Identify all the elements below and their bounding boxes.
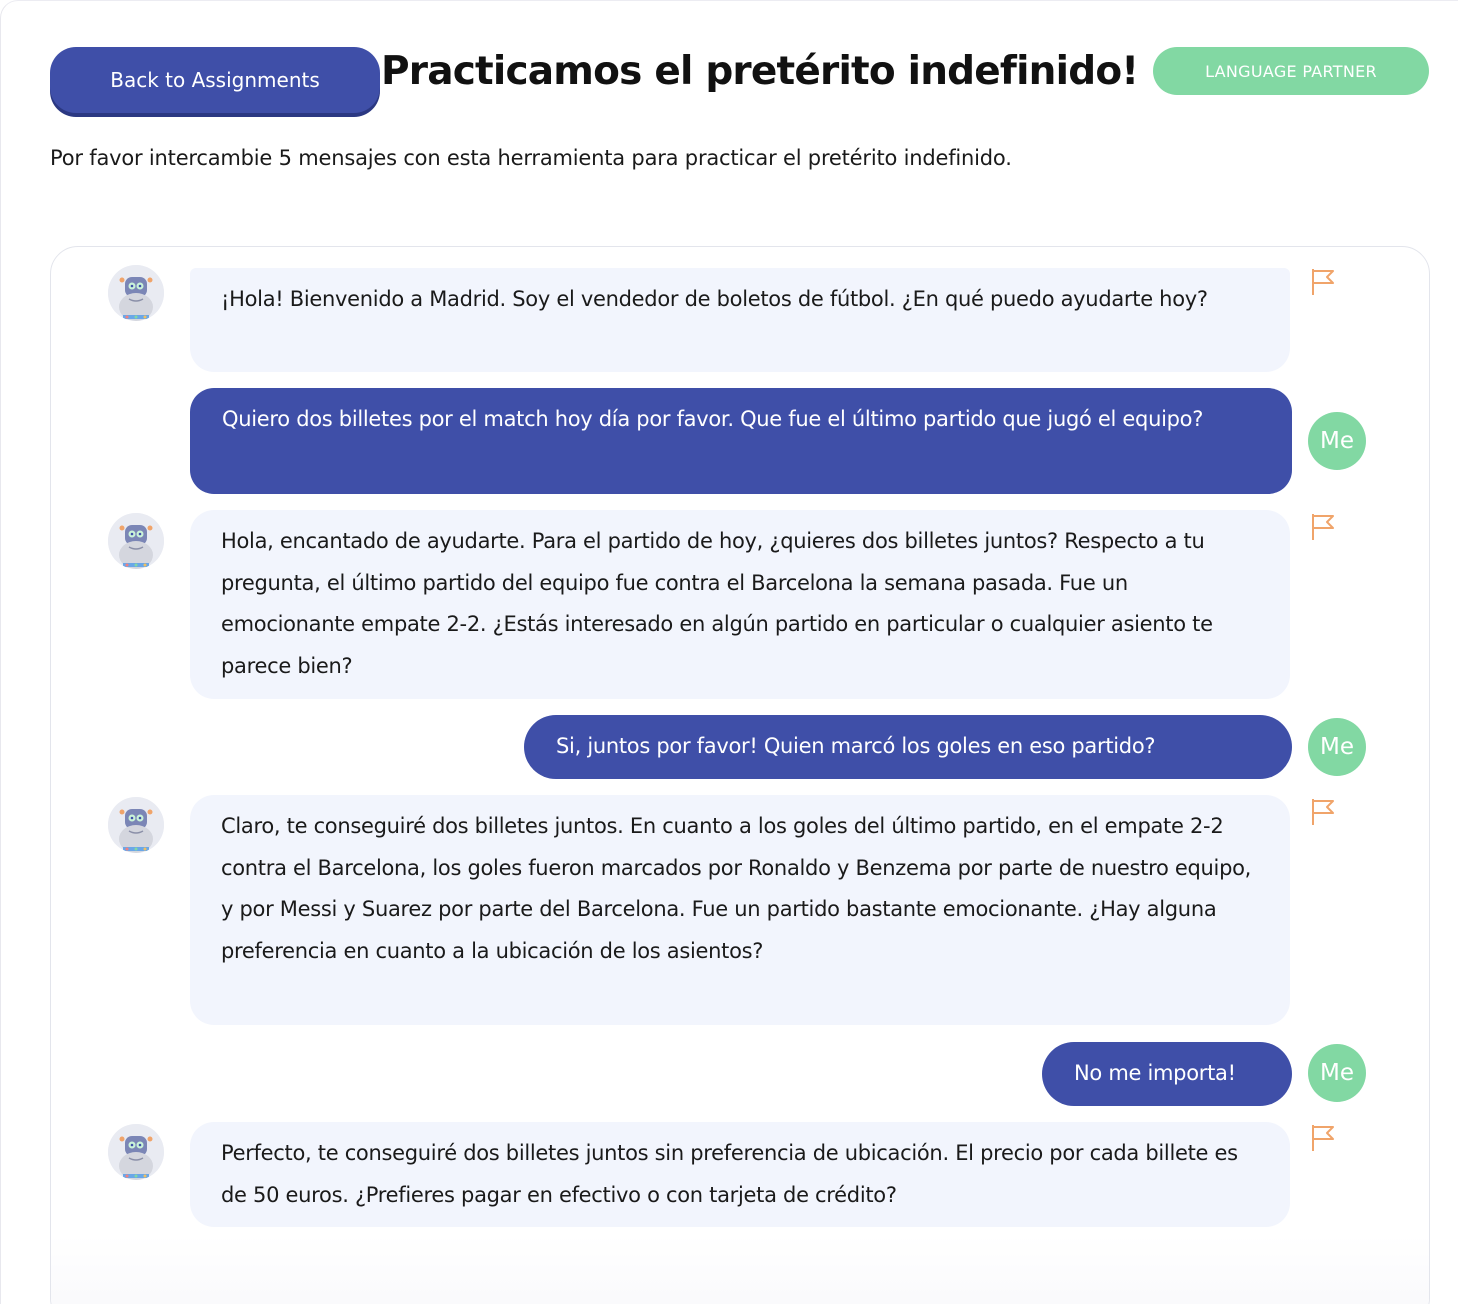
chat-bottom-fade [51, 1235, 1429, 1304]
chat-panel[interactable]: ¡Hola! Bienvenido a Madrid. Soy el vende… [50, 246, 1430, 1304]
robot-avatar-icon [108, 1124, 164, 1180]
bot-message-bubble: Perfecto, te conseguiré dos billetes jun… [190, 1122, 1290, 1227]
flag-icon[interactable] [1309, 267, 1339, 297]
page: Back to Assignments Practicamos el preté… [0, 0, 1458, 1304]
back-to-assignments-button[interactable]: Back to Assignments [50, 47, 380, 113]
flag-icon[interactable] [1309, 1123, 1339, 1153]
robot-avatar-icon [108, 265, 164, 321]
flag-icon[interactable] [1309, 512, 1339, 542]
robot-avatar-icon [108, 797, 164, 853]
user-avatar: Me [1308, 718, 1366, 776]
bot-message-bubble: ¡Hola! Bienvenido a Madrid. Soy el vende… [190, 268, 1290, 372]
language-partner-badge: LANGUAGE PARTNER [1153, 47, 1429, 95]
bot-message-bubble: Claro, te conseguiré dos billetes juntos… [190, 795, 1290, 1025]
instructions-text: Por favor intercambie 5 mensajes con est… [50, 146, 1012, 170]
user-message-bubble: No me importa! [1042, 1042, 1292, 1106]
page-title: Practicamos el pretérito indefinido! [381, 49, 1139, 94]
robot-avatar-icon [108, 513, 164, 569]
bot-message-bubble: Hola, encantado de ayudarte. Para el par… [190, 510, 1290, 699]
user-avatar: Me [1308, 412, 1366, 470]
flag-icon[interactable] [1309, 797, 1339, 827]
user-message-bubble: Si, juntos por favor! Quien marcó los go… [524, 715, 1292, 779]
user-avatar: Me [1308, 1044, 1366, 1102]
user-message-bubble: Quiero dos billetes por el match hoy día… [190, 388, 1292, 494]
